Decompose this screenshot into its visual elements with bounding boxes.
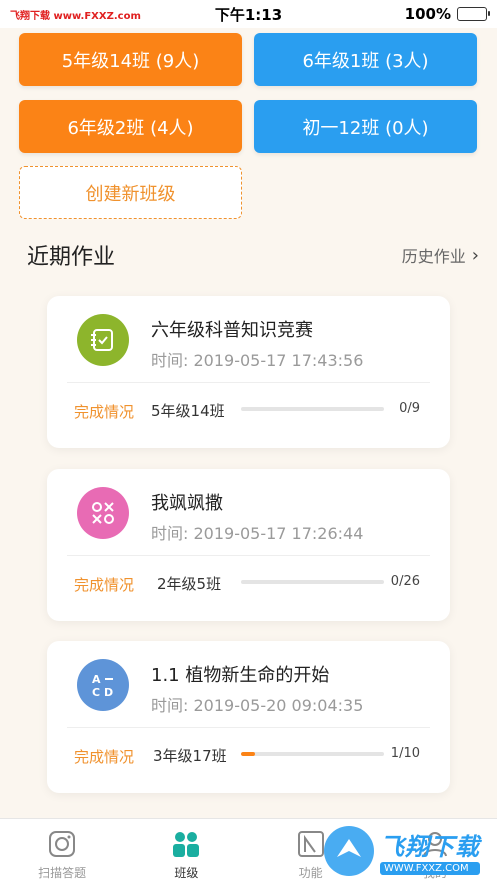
tab-label: 扫描答题: [38, 866, 87, 880]
checklist-icon: [77, 314, 129, 366]
divider: [67, 555, 430, 556]
tab-bar: 扫描答题 班级 功能 我的: [0, 818, 497, 883]
assignment-time: 时间: 2019-05-17 17:43:56: [151, 351, 364, 370]
assignment-class: 3年级17班: [153, 747, 227, 765]
divider: [67, 382, 430, 383]
class-button[interactable]: 6年级1班 (3人): [254, 33, 477, 86]
history-homework-link[interactable]: 历史作业 ›: [402, 243, 479, 267]
assignment-card[interactable]: A C D 1.1 植物新生命的开始 时间: 2019-05-20 09:04:…: [47, 641, 450, 793]
battery-percent: 100%: [404, 5, 451, 23]
battery-icon: [457, 7, 490, 21]
svg-text:A: A: [92, 673, 101, 686]
class-people-icon: [171, 829, 201, 859]
function-icon: [296, 829, 326, 859]
divider: [67, 727, 430, 728]
chevron-right-icon: ›: [471, 244, 479, 266]
tab-function[interactable]: 功能: [249, 819, 373, 883]
completion-count: 0/9: [399, 401, 420, 416]
assignment-title: 1.1 植物新生命的开始: [151, 665, 330, 686]
completion-label: 完成情况: [74, 748, 135, 766]
tab-label: 班级: [174, 866, 199, 880]
history-homework-label: 历史作业: [401, 247, 466, 266]
assignment-class: 5年级14班: [151, 402, 225, 420]
status-bar: 飞翔下载 www.FXXZ.com 下午1:13 100%: [0, 0, 497, 28]
tab-class[interactable]: 班级: [124, 819, 248, 883]
class-button[interactable]: 6年级2班 (4人): [19, 100, 242, 153]
assignment-title: 我飒飒撒: [151, 493, 223, 514]
class-button[interactable]: 5年级14班 (9人): [19, 33, 242, 86]
assignment-time: 时间: 2019-05-17 17:26:44: [151, 524, 364, 543]
tab-scan[interactable]: 扫描答题: [0, 819, 124, 883]
tic-tac-toe-icon: [77, 487, 129, 539]
camera-icon: [47, 829, 77, 859]
progress-bar: [241, 407, 384, 411]
site-watermark: 飞翔下载 www.FXXZ.com: [10, 10, 141, 22]
create-class-button[interactable]: 创建新班级: [19, 166, 242, 219]
svg-text:C: C: [92, 686, 100, 699]
profile-icon: [420, 829, 450, 859]
assignment-card[interactable]: 我飒飒撒 时间: 2019-05-17 17:26:44 完成情况 2年级5班 …: [47, 469, 450, 621]
class-grid: 5年级14班 (9人) 6年级1班 (3人) 6年级2班 (4人) 初一12班 …: [19, 33, 477, 153]
assignment-title: 六年级科普知识竞赛: [151, 320, 313, 341]
completion-count: 0/26: [390, 574, 420, 589]
assignment-card[interactable]: 六年级科普知识竞赛 时间: 2019-05-17 17:43:56 完成情况 5…: [47, 296, 450, 448]
tab-label: 功能: [298, 866, 323, 880]
tab-label: 我的: [422, 866, 447, 880]
assignment-class: 2年级5班: [157, 575, 222, 593]
completion-label: 完成情况: [74, 576, 135, 594]
svg-text:D: D: [104, 686, 113, 699]
assignment-time: 时间: 2019-05-20 09:04:35: [151, 696, 364, 715]
completion-count: 1/10: [390, 746, 420, 761]
progress-bar: [241, 752, 384, 756]
recent-homework-title: 近期作业: [27, 245, 116, 270]
completion-label: 完成情况: [74, 403, 135, 421]
tab-mine[interactable]: 我的: [373, 819, 497, 883]
status-right: 100%: [404, 5, 490, 23]
class-button[interactable]: 初一12班 (0人): [254, 100, 477, 153]
abcd-icon: A C D: [77, 659, 129, 711]
progress-bar: [241, 580, 384, 584]
